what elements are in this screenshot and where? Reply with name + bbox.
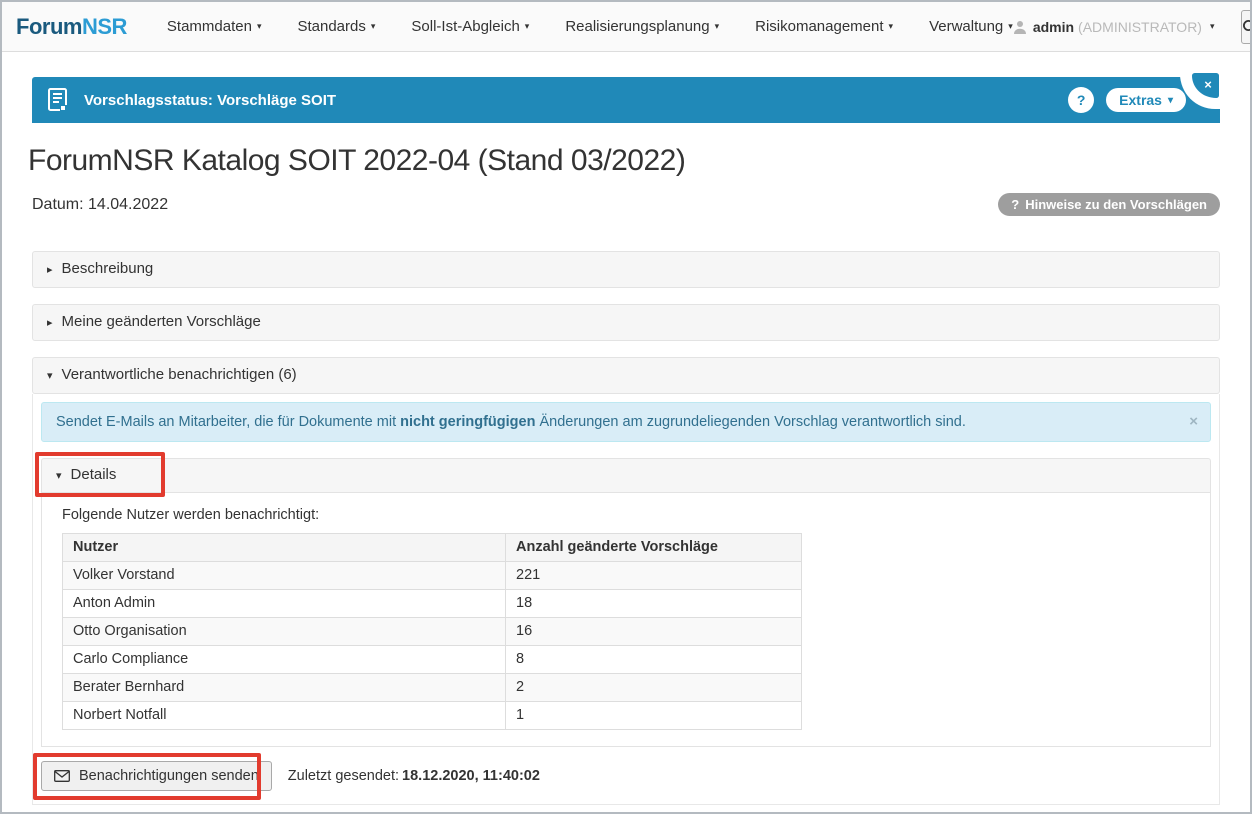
users-table: Nutzer Anzahl geänderte Vorschläge Volke… [62,533,802,730]
alert-close-icon[interactable]: × [1189,413,1198,431]
user-name-cell: Carlo Compliance [63,646,506,674]
table-row: Otto Organisation16 [63,618,802,646]
table-row: Volker Vorstand221 [63,562,802,590]
menu-label: Soll-Ist-Abgleich [411,18,519,35]
caret-right-icon: ▸ [47,314,53,332]
last-sent-text: Zuletzt gesendet:18.12.2020, 11:40:02 [288,768,540,784]
help-icon: ? [1077,92,1086,108]
accordion-verantwortliche[interactable]: ▾ Verantwortliche benachrichtigen (6) [32,357,1220,394]
send-notifications-button[interactable]: Benachrichtigungen senden [41,761,272,791]
info-alert: Sendet E-Mails an Mitarbeiter, die für D… [41,402,1211,442]
extras-label: Extras [1119,92,1162,108]
menu-label: Risikomanagement [755,18,883,35]
app-logo[interactable]: ForumNSR [16,14,127,40]
hints-badge[interactable]: ? Hinweise zu den Vorschlägen [998,193,1220,216]
menu-label: Stammdaten [167,18,252,35]
column-header-nutzer: Nutzer [63,534,506,562]
user-role: (ADMINISTRATOR) [1078,19,1202,35]
details-body: Folgende Nutzer werden benachrichtigt: N… [41,493,1211,747]
menu-label: Verwaltung [929,18,1003,35]
last-sent-label: Zuletzt gesendet: [288,768,399,784]
logo-part-forum: Forum [16,14,82,39]
user-name-cell: Volker Vorstand [63,562,506,590]
user-count-cell: 8 [506,646,802,674]
accordion-beschreibung[interactable]: ▸ Beschreibung [32,251,1220,288]
user-icon [1013,20,1027,34]
menu-realisierungsplanung[interactable]: Realisierungsplanung ▾ [565,18,719,35]
send-button-label: Benachrichtigungen senden [79,767,259,785]
page-content: Vorschlagsstatus: Vorschläge SOIT ? Extr… [2,77,1250,805]
page-title: ForumNSR Katalog SOIT 2022-04 (Stand 03/… [28,144,1220,178]
last-sent-value: 18.12.2020, 11:40:02 [402,768,540,784]
caret-down-icon: ▾ [47,367,53,385]
caret-down-icon: ▾ [1210,21,1215,32]
close-tab: × [1180,66,1225,109]
user-name-cell: Anton Admin [63,590,506,618]
alert-text: Änderungen am zugrundeliegenden Vorschla… [535,414,965,430]
hints-badge-label: Hinweise zu den Vorschlägen [1025,197,1207,212]
close-icon: × [1204,77,1212,92]
user-name: admin [1033,19,1074,35]
caret-down-icon: ▾ [715,21,720,32]
user-name-cell: Otto Organisation [63,618,506,646]
table-row: Berater Bernhard2 [63,674,802,702]
details-toggle[interactable]: ▾ Details [41,458,1211,493]
search-icon [1242,19,1252,35]
user-count-cell: 221 [506,562,802,590]
alert-text: Sendet E-Mails an Mitarbeiter, die für D… [56,414,400,430]
date-text: Datum: 14.04.2022 [32,196,168,214]
menu-verwaltung[interactable]: Verwaltung▾ [929,18,1013,35]
user-count-cell: 18 [506,590,802,618]
close-button[interactable]: × [1192,73,1219,98]
main-menu: Stammdaten ▾ Standards ▾ Soll-Ist-Abgleich… [167,18,1013,35]
table-row: Carlo Compliance8 [63,646,802,674]
logo-part-nsr: NSR [82,14,127,39]
help-button[interactable]: ? [1068,87,1094,113]
caret-down-icon: ▾ [257,21,262,32]
meta-row: Datum: 14.04.2022 ? Hinweise zu den Vorsc… [32,193,1220,216]
caret-down-icon: ▾ [889,21,894,32]
caret-down-icon: ▾ [371,21,376,32]
alert-text-bold: nicht geringfügigen [400,414,535,430]
accordion-label: Beschreibung [62,260,154,277]
accordion-label: Verantwortliche benachrichtigen (6) [62,366,297,383]
menu-label: Standards [297,18,365,35]
caret-down-icon: ▾ [525,21,530,32]
send-row: Benachrichtigungen senden Zuletzt gesend… [41,761,1211,791]
user-count-cell: 1 [506,702,802,730]
top-navigation-bar: ForumNSR Stammdaten ▾ Standards ▾ Soll-Ist… [2,2,1250,52]
column-header-anzahl: Anzahl geänderte Vorschläge [506,534,802,562]
user-menu[interactable]: admin (ADMINISTRATOR) ▾ [1013,19,1215,35]
accordion-meine-vorschlaege[interactable]: ▸ Meine geänderten Vorschläge [32,304,1220,341]
table-header-row: Nutzer Anzahl geänderte Vorschläge [63,534,802,562]
help-icon: ? [1011,197,1019,212]
caret-right-icon: ▸ [47,261,53,279]
table-row: Norbert Notfall1 [63,702,802,730]
details-panel: ▾ Details Folgende Nutzer werden benachri… [41,458,1211,747]
details-label: Details [71,466,117,483]
search-button[interactable] [1241,10,1252,44]
user-count-cell: 16 [506,618,802,646]
table-row: Anton Admin18 [63,590,802,618]
portlet-title: Vorschlagsstatus: Vorschläge SOIT [84,92,336,109]
menu-label: Realisierungsplanung [565,18,709,35]
accordion-label: Meine geänderten Vorschläge [62,313,261,330]
user-name-cell: Norbert Notfall [63,702,506,730]
document-icon [48,88,68,112]
app-window: ForumNSR Stammdaten ▾ Standards ▾ Soll-Ist… [0,0,1252,814]
user-name-cell: Berater Bernhard [63,674,506,702]
menu-risikomanagement[interactable]: Risikomanagement ▾ [755,18,893,35]
extras-button[interactable]: Extras ▾ [1106,88,1186,112]
envelope-icon [54,770,70,782]
menu-stammdaten[interactable]: Stammdaten ▾ [167,18,262,35]
menu-standards[interactable]: Standards ▾ [297,18,375,35]
portlet-header: Vorschlagsstatus: Vorschläge SOIT ? Extr… [32,77,1220,123]
accordion-verantwortliche-body: Sendet E-Mails an Mitarbeiter, die für D… [32,394,1220,805]
notify-intro-text: Folgende Nutzer werden benachrichtigt: [62,507,1190,523]
caret-down-icon: ▾ [1168,95,1173,106]
user-count-cell: 2 [506,674,802,702]
caret-down-icon: ▾ [56,467,62,485]
menu-soll-ist-abgleich[interactable]: Soll-Ist-Abgleich ▾ [411,18,529,35]
